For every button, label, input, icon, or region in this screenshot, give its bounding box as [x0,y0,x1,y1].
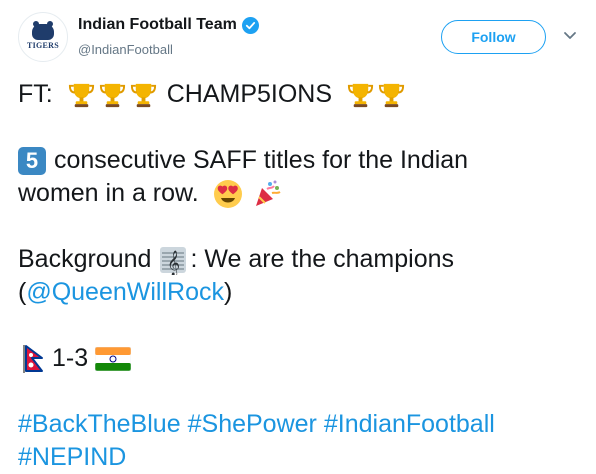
song-text: : We are the champions [190,245,454,273]
hashtag-link[interactable]: #IndianFootball [324,408,495,441]
display-name[interactable]: Indian Football Team [78,16,237,34]
india-flag-icon [95,346,132,371]
verified-badge-icon [241,16,259,34]
tweet-line-4: Background 𝄞 : We are the champions [18,243,588,276]
trophy-icon [377,80,406,109]
hashtag-link[interactable]: #BackTheBlue [18,408,181,441]
women-text: women in a row. [18,179,199,207]
tweet-line-hashtags-2: #NEPIND [18,441,588,474]
follow-button[interactable]: Follow [441,20,546,54]
background-label: Background [18,245,152,273]
nepal-flag-icon [23,344,43,373]
titles-text: consecutive SAFF titles for the Indian [54,146,469,174]
hashtag-link[interactable]: #NEPIND [18,441,126,474]
chevron-down-icon[interactable] [562,30,578,42]
user-handle[interactable]: @IndianFootball [78,42,173,57]
ft-label: FT: [18,80,53,108]
tweet-line-3: women in a row. [18,177,588,210]
trophy-icon [346,80,375,109]
musical-score-icon: 𝄞 [160,246,187,275]
tweet-line-1: FT: CHAMP5IONS [18,78,588,111]
tweet-line-6: 1-3 [18,342,588,375]
open-paren: ( [18,278,27,306]
trophy-icon [67,80,96,109]
tweet-line-hashtags: #BackTheBlue #ShePower #IndianFootball [18,408,588,441]
keycap-five-icon: 5 [18,146,46,175]
tweet-text: FT: CHAMP5IONS 5 consecutive SAFF titles… [18,78,588,474]
match-score: 1-3 [52,344,89,372]
hashtag-link[interactable]: #ShePower [188,408,317,441]
avatar[interactable]: TIGERS [18,12,68,62]
tweet-line-5: (@QueenWillRock) [18,276,588,309]
mention-link[interactable]: @QueenWillRock [26,276,224,309]
close-paren: ) [223,278,233,306]
name-row: Indian Football Team [78,16,259,34]
tiger-logo-icon [32,21,54,40]
champions-text: CHAMP5IONS [166,80,333,108]
party-popper-icon [255,180,281,206]
trophy-icon [98,80,127,109]
trophy-icon [129,80,158,109]
tweet-line-2: 5 consecutive SAFF titles for the Indian [18,144,588,177]
svg-text:𝄞: 𝄞 [167,250,180,275]
avatar-text: TIGERS [26,41,60,50]
tweet-header: TIGERS Indian Football Team @IndianFootb… [0,0,596,70]
heart-eyes-icon [213,179,242,208]
